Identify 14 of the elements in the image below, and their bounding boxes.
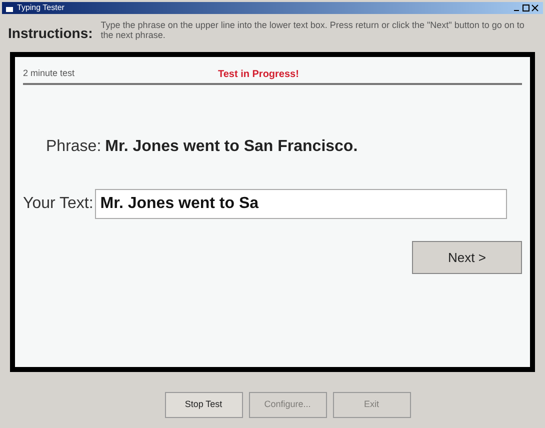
window-title: Typing Tester — [17, 4, 64, 12]
close-icon[interactable] — [531, 4, 539, 12]
footer-button[interactable]: Stop Test — [164, 392, 242, 418]
maximize-icon[interactable] — [522, 4, 530, 12]
test-length: 2 minute test — [23, 67, 75, 80]
next-button[interactable]: Next > — [412, 241, 522, 274]
phrase-label: Phrase: — [46, 137, 102, 157]
input-label: Your Text: — [23, 194, 94, 214]
phrase-text: Mr. Jones went to San Francisco. — [105, 137, 358, 157]
instructions-label: Instructions: — [8, 24, 93, 43]
test-status: Test in Progress! — [218, 68, 299, 82]
text-input[interactable]: Mr. Jones went to Sa — [95, 189, 508, 219]
instructions-text: Type the phrase on the upper line into the lower text box. Press return or click the "Next" button to go on to the next phrase. — [100, 20, 526, 40]
app-icon — [6, 4, 13, 12]
